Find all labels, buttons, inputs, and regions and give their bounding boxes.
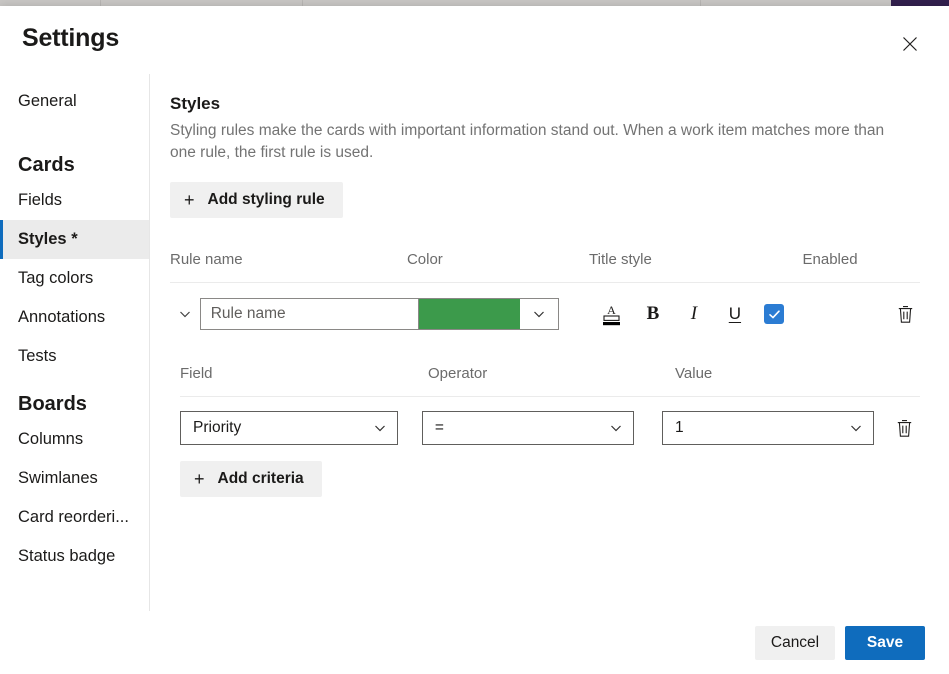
enabled-cell xyxy=(764,304,890,324)
sidebar-item-styles[interactable]: Styles * xyxy=(0,220,149,259)
sidebar-item-columns[interactable]: Columns xyxy=(0,420,149,459)
value-select[interactable]: 1 xyxy=(661,411,874,445)
underline-icon[interactable]: U xyxy=(722,299,748,329)
underline-glyph: U xyxy=(728,304,742,323)
sidebar-item-label: General xyxy=(18,92,77,110)
delete-rule-button[interactable] xyxy=(890,298,920,330)
sidebar-item-general[interactable]: General xyxy=(0,82,149,121)
chevron-down-icon xyxy=(849,421,863,435)
column-header-rule-name: Rule name xyxy=(170,250,243,268)
criteria-table-header: Field Operator Value xyxy=(180,351,920,397)
check-icon xyxy=(768,309,780,318)
add-styling-rule-button[interactable]: + Add styling rule xyxy=(170,182,343,218)
chevron-down-glyph xyxy=(179,311,190,318)
bold-glyph: B xyxy=(646,303,660,324)
field-select-value: Priority xyxy=(193,419,242,436)
sidebar-item-annotations[interactable]: Annotations xyxy=(0,298,149,337)
settings-main-panel: Styles Styling rules make the cards with… xyxy=(150,74,949,611)
close-glyph xyxy=(903,37,917,51)
svg-text:A: A xyxy=(608,303,617,317)
settings-dialog: Settings General Cards Fields Styles * T… xyxy=(0,6,949,674)
operator-select[interactable]: = xyxy=(421,411,634,445)
sidebar-item-card-reordering[interactable]: Card reorderi... xyxy=(0,498,149,537)
dialog-body: General Cards Fields Styles * Tag colors… xyxy=(0,74,949,611)
sidebar-item-label: Annotations xyxy=(18,308,106,326)
column-header-color: Color xyxy=(406,250,443,268)
font-color-glyph: A xyxy=(603,303,621,326)
color-picker[interactable] xyxy=(417,298,559,330)
chevron-down-glyph xyxy=(851,425,861,432)
sidebar-item-label: Columns xyxy=(18,430,84,448)
dialog-footer: Cancel Save xyxy=(0,611,949,674)
chevron-down-glyph xyxy=(533,311,544,318)
sidebar-item-label: Status badge xyxy=(18,547,116,565)
add-criteria-label: Add criteria xyxy=(217,470,304,487)
chevron-down-icon[interactable] xyxy=(519,299,558,329)
trash-icon xyxy=(897,419,912,437)
cancel-button[interactable]: Cancel xyxy=(755,625,835,660)
field-select[interactable]: Priority xyxy=(180,411,398,445)
page-title: Styles xyxy=(170,94,221,113)
sidebar-item-swimlanes[interactable]: Swimlanes xyxy=(0,459,149,498)
sidebar-item-label: Card reorderi... xyxy=(18,508,129,526)
chevron-down-icon xyxy=(609,421,623,435)
italic-glyph: I xyxy=(690,303,698,324)
sidebar-item-label: Swimlanes xyxy=(18,469,98,487)
rule-name-input[interactable] xyxy=(199,298,418,330)
sidebar-group-boards: Boards xyxy=(0,376,149,420)
chevron-down-glyph xyxy=(374,425,385,432)
sidebar-group-cards: Cards xyxy=(0,121,149,181)
criteria-row: Priority = 1 xyxy=(180,397,920,459)
table-row: A B I U xyxy=(170,283,920,345)
operator-select-value: = xyxy=(434,419,444,436)
plus-icon: + xyxy=(194,469,205,489)
title-style-buttons: A B I U xyxy=(599,299,764,329)
add-criteria-button[interactable]: + Add criteria xyxy=(180,461,322,497)
rules-table-header: Rule name Color Title style Enabled xyxy=(170,236,920,283)
section-description: Styling rules make the cards with import… xyxy=(170,122,885,161)
sidebar-item-label: Fields xyxy=(18,191,63,209)
add-styling-rule-label: Add styling rule xyxy=(207,191,325,208)
delete-criteria-button[interactable] xyxy=(889,412,920,444)
plus-icon: + xyxy=(184,190,195,210)
color-swatch xyxy=(418,299,520,329)
column-header-field: Field xyxy=(180,365,213,382)
column-header-title-style: Title style xyxy=(589,250,652,268)
sidebar-item-label: Styles * xyxy=(18,230,78,248)
save-button[interactable]: Save xyxy=(845,625,925,660)
chevron-down-icon xyxy=(373,421,387,435)
font-color-icon[interactable]: A xyxy=(599,299,625,329)
close-icon[interactable] xyxy=(895,29,925,59)
trash-icon xyxy=(898,305,912,323)
sidebar-group-label: Cards xyxy=(18,154,75,176)
dialog-header: Settings xyxy=(0,6,949,74)
bold-icon[interactable]: B xyxy=(640,299,666,329)
dialog-title: Settings xyxy=(22,24,120,52)
sidebar-item-fields[interactable]: Fields xyxy=(0,181,149,220)
column-header-value: Value xyxy=(675,365,713,382)
sidebar-group-label: Boards xyxy=(18,393,87,415)
italic-icon[interactable]: I xyxy=(681,299,707,329)
column-header-operator: Operator xyxy=(428,365,488,382)
sidebar-item-tag-colors[interactable]: Tag colors xyxy=(0,259,149,298)
enabled-checkbox[interactable] xyxy=(764,304,785,324)
sidebar-item-status-badge[interactable]: Status badge xyxy=(0,537,149,576)
add-criteria-wrapper: + Add criteria xyxy=(180,461,920,497)
sidebar-item-tests[interactable]: Tests xyxy=(0,337,149,376)
column-header-enabled: Enabled xyxy=(802,250,858,268)
value-select-value: 1 xyxy=(674,419,684,436)
chevron-down-icon[interactable] xyxy=(170,307,200,321)
settings-sidebar: General Cards Fields Styles * Tag colors… xyxy=(0,74,150,611)
sidebar-item-label: Tag colors xyxy=(18,269,94,287)
sidebar-item-label: Tests xyxy=(18,347,57,365)
chevron-down-glyph xyxy=(611,425,621,432)
